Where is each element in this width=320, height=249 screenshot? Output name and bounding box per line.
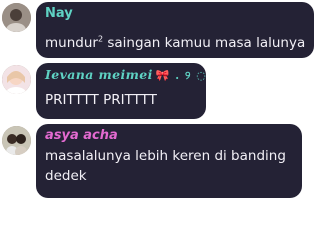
message-text: mundur2 saingan kamuu masa lalunya [45,34,306,51]
avatar[interactable] [2,126,31,155]
chat-message-list: Nay mundur2 saingan kamuu masa lalunya I… [0,0,320,249]
message-text: masalalunya lebih keren di banding dedek [45,148,286,184]
name-decoration: 🎀 . ୨ ◌ [155,69,207,82]
author-name[interactable]: Nay [45,6,305,22]
avatar[interactable] [2,3,31,32]
avatar[interactable] [2,65,31,94]
message-bubble: asya acha masalalunya lebih keren di ban… [36,124,302,198]
author-name[interactable]: Ievana meimei 🎀 . ୨ ◌ [45,67,206,84]
bow-icon: 🎀 [155,69,171,82]
message-bubble: Nay mundur2 saingan kamuu masa lalunya [36,2,314,58]
message-text: PRITTTT PRITTTT [45,92,157,108]
author-name[interactable]: asya acha [45,128,293,144]
message-bubble: Ievana meimei 🎀 . ୨ ◌ PRITTTT PRITTTT [36,63,206,119]
